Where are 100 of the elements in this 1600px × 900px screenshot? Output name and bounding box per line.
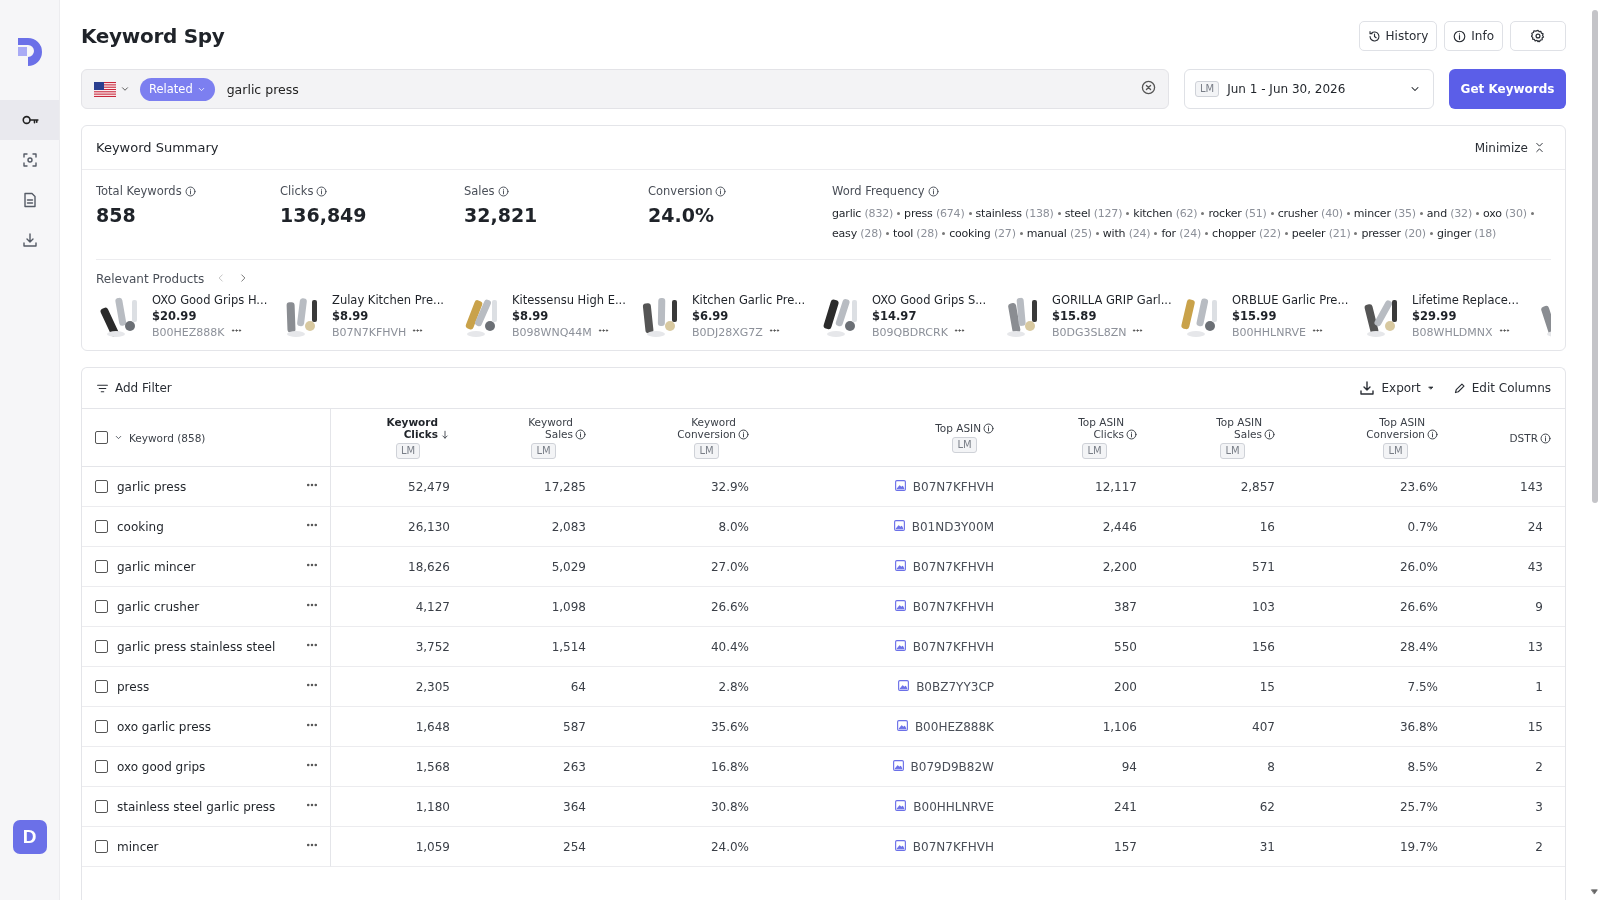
- column-header[interactable]: DSTR: [1509, 431, 1538, 444]
- table-cell: 3,752: [415, 639, 450, 654]
- column-header[interactable]: Keyword Conversion: [664, 416, 736, 440]
- asin-link[interactable]: B07N7KFHVH: [912, 839, 994, 854]
- product-title[interactable]: GORILLA GRIP Garl...: [1052, 293, 1172, 307]
- table-cell: 24.0%: [710, 839, 749, 854]
- table-cell: 26.0%: [1399, 559, 1438, 574]
- history-button[interactable]: History: [1358, 21, 1438, 51]
- product-price: $29.99: [1412, 309, 1458, 323]
- sort-arrow-icon: [440, 430, 450, 440]
- column-header[interactable]: Top ASIN Clicks: [1052, 416, 1124, 440]
- keyword-text[interactable]: cooking: [117, 519, 297, 534]
- product-title[interactable]: ORBLUE Garlic Pre...: [1232, 293, 1349, 307]
- word-count: kitchen (62): [1133, 207, 1198, 220]
- edit-columns-button[interactable]: Edit Columns: [1452, 381, 1551, 395]
- column-header[interactable]: Keyword Sales: [501, 416, 573, 440]
- period-badge: LM: [1383, 443, 1408, 459]
- row-checkbox[interactable]: [95, 640, 108, 653]
- word-count: for (24): [1161, 227, 1202, 240]
- keyword-text[interactable]: garlic press stainless steel: [117, 639, 297, 654]
- table-cell: 241: [1114, 799, 1137, 814]
- country-selector[interactable]: [94, 81, 130, 97]
- product-title[interactable]: Kitchen Garlic Pre...: [692, 293, 806, 307]
- image-icon: [895, 718, 909, 732]
- period-badge: LM: [694, 443, 719, 459]
- info-icon: [1427, 429, 1438, 440]
- row-checkbox[interactable]: [95, 800, 108, 813]
- product-title[interactable]: Kitessensu High E...: [512, 293, 626, 307]
- word-count: stainless (138): [975, 207, 1054, 220]
- scrollbar-thumb[interactable]: [1592, 10, 1598, 503]
- keyword-text[interactable]: garlic mincer: [117, 559, 297, 574]
- row-checkbox[interactable]: [95, 840, 108, 853]
- asin-link[interactable]: B079D9B82W: [910, 759, 994, 774]
- row-checkbox[interactable]: [95, 760, 108, 773]
- keyword-text[interactable]: garlic press: [117, 479, 297, 494]
- info-icon: [1453, 29, 1467, 43]
- user-avatar[interactable]: D: [12, 820, 47, 854]
- keyword-text[interactable]: oxo garlic press: [117, 719, 297, 734]
- asin-link[interactable]: B07N7KFHVH: [912, 599, 994, 614]
- product-title[interactable]: OXO Good Grips H...: [152, 293, 268, 307]
- table-cell: 32.9%: [710, 479, 749, 494]
- keyword-text[interactable]: garlic crusher: [117, 599, 297, 614]
- info-button[interactable]: Info: [1444, 21, 1503, 51]
- asin-link[interactable]: B07N7KFHVH: [912, 639, 994, 654]
- product-title[interactable]: Zulay Kitchen Pre...: [332, 293, 444, 307]
- table-cell: 8.0%: [718, 519, 749, 534]
- add-filter-button[interactable]: Add Filter: [96, 381, 172, 395]
- keyword-text[interactable]: press: [117, 679, 297, 694]
- settings-button[interactable]: [1510, 21, 1566, 51]
- image-icon: [893, 478, 907, 492]
- column-header[interactable]: Top ASIN Sales: [1190, 416, 1262, 440]
- row-checkbox[interactable]: [95, 480, 108, 493]
- search-field[interactable]: Related garlic press: [81, 69, 1169, 109]
- table-cell: 1,568: [415, 759, 450, 774]
- table-cell: 254: [563, 839, 586, 854]
- export-button[interactable]: Export: [1359, 380, 1435, 396]
- column-header[interactable]: Keyword Clicks: [366, 416, 438, 440]
- row-checkbox[interactable]: [95, 720, 108, 733]
- history-icon: [1367, 29, 1381, 43]
- asin-link[interactable]: B00HEZ888K: [914, 719, 994, 734]
- table-cell: 5,029: [551, 559, 586, 574]
- asin-link[interactable]: B01ND3Y00M: [911, 519, 994, 534]
- minimize-button[interactable]: Minimize: [1468, 139, 1551, 156]
- asin-link[interactable]: B00HHLNRVE: [913, 799, 994, 814]
- product-asin: B08WHLDMNX: [1412, 325, 1493, 339]
- info-icon: [983, 423, 994, 434]
- select-all-checkbox[interactable]: [95, 431, 108, 444]
- image-icon: [897, 678, 911, 692]
- row-checkbox[interactable]: [95, 560, 108, 573]
- row-checkbox[interactable]: [95, 520, 108, 533]
- keyword-text[interactable]: oxo good grips: [117, 759, 297, 774]
- row-checkbox[interactable]: [95, 600, 108, 613]
- column-header[interactable]: Top ASIN Conversion: [1353, 416, 1425, 440]
- table-cell: 15: [1527, 719, 1543, 734]
- metric-label: Clicks: [280, 184, 314, 198]
- get-keywords-button[interactable]: Get Keywords: [1449, 69, 1566, 109]
- page-title: Keyword Spy: [81, 24, 226, 48]
- table-cell: 36.8%: [1399, 719, 1438, 734]
- keyword-text[interactable]: stainless steel garlic press: [117, 799, 297, 814]
- product-title[interactable]: Lifetime Replace...: [1412, 293, 1519, 307]
- date-range-picker[interactable]: LM Jun 1 - Jun 30, 2026: [1184, 69, 1434, 109]
- table-cell: 24: [1527, 519, 1543, 534]
- keyword-text[interactable]: mincer: [117, 839, 297, 854]
- column-header[interactable]: Keyword (858): [129, 431, 206, 444]
- product-title[interactable]: OXO Good Grips S...: [872, 293, 987, 307]
- asin-link[interactable]: B07N7KFHVH: [912, 479, 994, 494]
- word-count: chopper (22): [1212, 227, 1281, 240]
- row-checkbox[interactable]: [95, 680, 108, 693]
- info-icon: [1264, 429, 1275, 440]
- table-cell: 1,106: [1102, 719, 1137, 734]
- asin-link[interactable]: B07N7KFHVH: [912, 559, 994, 574]
- table-cell: 8.5%: [1407, 759, 1438, 774]
- column-header[interactable]: Top ASIN: [935, 422, 981, 434]
- sidebar-item[interactable]: [0, 100, 59, 140]
- table-cell: 30.8%: [710, 799, 749, 814]
- asin-link[interactable]: B0BZ7YY3CP: [916, 679, 994, 694]
- collapse-icon: [1534, 142, 1545, 153]
- table-cell: 28.4%: [1399, 639, 1438, 654]
- table-cell: 62: [1259, 799, 1275, 814]
- word-count: easy (28): [832, 227, 883, 240]
